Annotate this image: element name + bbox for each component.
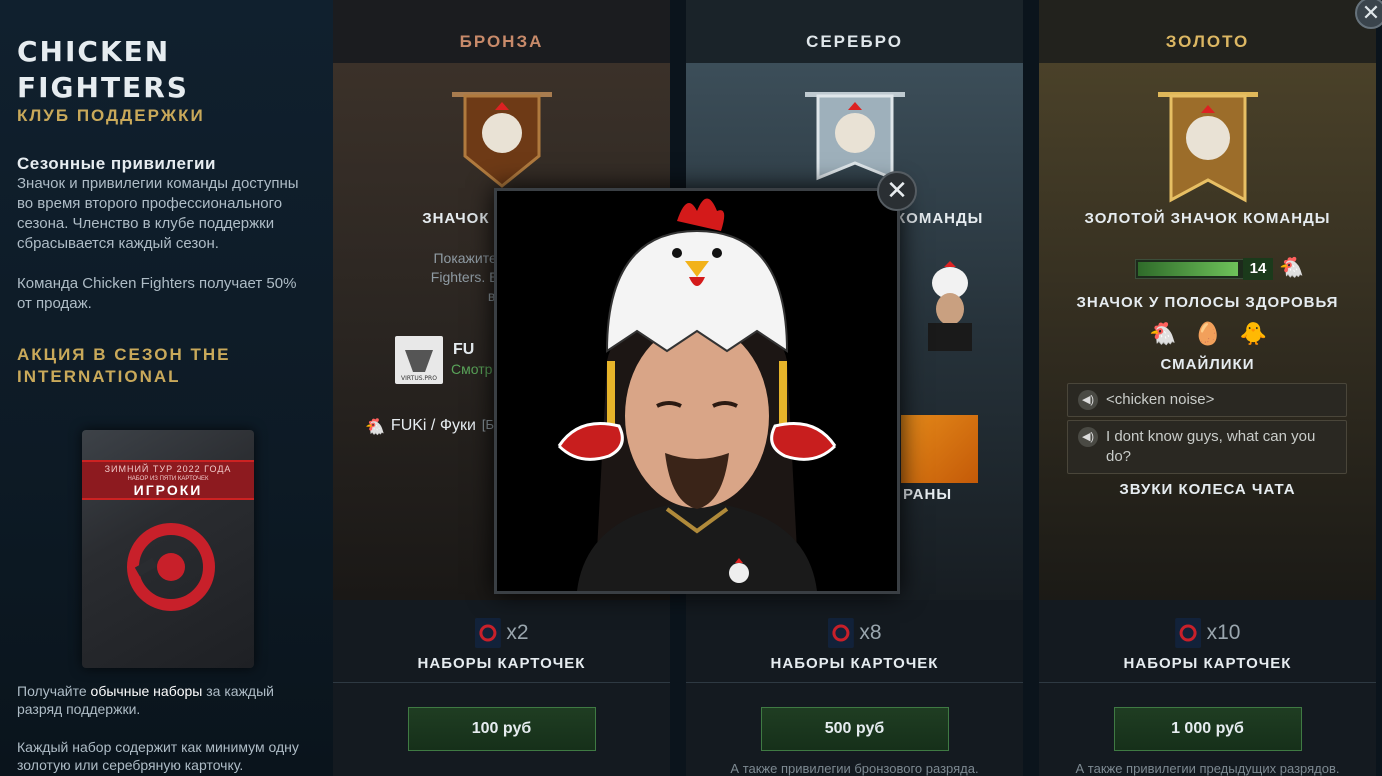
buy-silver-button[interactable]: 500 руб <box>760 707 949 751</box>
chicken-icon: 🐔 <box>365 419 385 436</box>
card-pack-icon <box>827 618 854 648</box>
bronze-multiplier: x2 <box>506 621 529 644</box>
card-pack-image: ЗИМНИЙ ТУР 2022 ГОДА НАБОР ИЗ ПЯТИ КАРТО… <box>82 430 254 668</box>
gold-multiplier: x10 <box>1206 621 1241 644</box>
regular-packs-link[interactable]: обычные наборы <box>91 683 203 699</box>
bottom-text-pre: Получайте <box>17 683 91 699</box>
tier-gold-header: ЗОЛОТО <box>1039 0 1376 63</box>
buy-gold-button[interactable]: 1 000 руб <box>1113 707 1302 751</box>
svg-text:VIRTUS.PRO: VIRTUS.PRO <box>401 375 437 382</box>
chat-preview: 🐔 FUKi / Фуки [Б <box>365 417 494 437</box>
promo-heading: АКЦИЯ В СЕЗОН THE INTERNATIONAL <box>17 345 231 386</box>
player-portrait-image <box>497 191 897 591</box>
card-pack-icon <box>474 618 501 648</box>
healthbar-level: 14 <box>1243 258 1273 280</box>
team-share-text: Команда Chicken Fighters получает 50% от… <box>17 275 297 312</box>
silver-badge-label: КОМАНДЫ <box>896 210 984 227</box>
tier-gold-body: ЗОЛОТОЙ ЗНАЧОК КОМАНДЫ 14 🐔 ЗНАЧОК У ПОЛ… <box>1039 63 1376 600</box>
modal-close-button[interactable]: ✕ <box>877 171 917 211</box>
team-logo-icon: VIRTUS.PRO <box>395 336 443 384</box>
profile-name: FU <box>453 341 475 358</box>
card-pack-icon <box>1174 618 1201 648</box>
tier-silver-header: СЕРЕБРО <box>686 0 1023 63</box>
club-subtitle: КЛУБ ПОДДЕРЖКИ <box>17 106 205 125</box>
tier-gold: ЗОЛОТО ЗОЛОТОЙ ЗНАЧОК КОМАНДЫ 14 🐔 ЗНАЧО… <box>1039 0 1376 776</box>
silver-pack-label: НАБОРЫ КАРТОЧЕК <box>770 655 939 672</box>
club-title-line1: CHICKEN <box>17 35 171 68</box>
club-title-line2: FIGHTERS <box>17 71 189 104</box>
chat-name: FUKi / Фуки <box>390 417 476 434</box>
pack-line3: ИГРОКИ <box>133 482 203 498</box>
healthbar-label: ЗНАЧОК У ПОЛОСЫ ЗДОРОВЬЯ <box>1076 294 1339 311</box>
chicken-icon: 🐔 <box>1279 257 1304 279</box>
chat-sound-1[interactable]: ◀) <chicken noise> <box>1067 383 1347 417</box>
chat-sound-2-label: I dont know guys, what can you do? <box>1106 428 1316 465</box>
divider <box>1039 682 1376 683</box>
bottom-text2: Каждый набор содержит как минимум одну з… <box>17 739 299 773</box>
silver-pack-count: x8 <box>827 618 882 648</box>
gold-badge-label: ЗОЛОТОЙ ЗНАЧОК КОМАНДЫ <box>1084 210 1331 227</box>
profile-sub[interactable]: Смотр <box>451 361 492 377</box>
bronze-banner-icon <box>451 92 552 188</box>
chatwheel-label: ЗВУКИ КОЛЕСА ЧАТА <box>1119 481 1296 498</box>
tier-bronze-header: БРОНЗА <box>333 0 670 63</box>
speaker-icon: ◀) <box>1078 390 1098 410</box>
buy-bronze-button[interactable]: 100 руб <box>407 707 596 751</box>
pack-line1: ЗИМНИЙ ТУР 2022 ГОДА <box>104 464 232 474</box>
divider <box>333 682 670 683</box>
gold-pack-label: НАБОРЫ КАРТОЧЕК <box>1123 655 1292 672</box>
dota-logo-icon <box>127 523 215 611</box>
player-emote-icon <box>928 261 972 351</box>
gold-also-text: А также привилегии предыдущих разрядов. <box>1075 761 1340 776</box>
loading-screen-thumb <box>901 415 978 483</box>
preview-modal <box>494 188 900 594</box>
divider <box>686 682 1023 683</box>
chat-sound-2[interactable]: ◀) I dont know guys, what can you do? <box>1067 420 1347 474</box>
chicken-emote-icon: 🐔 <box>1149 321 1177 346</box>
silver-also-text: А также привилегии бронзового разряда. <box>730 761 979 776</box>
egg-emote-icon: 🥚 <box>1194 321 1222 346</box>
window-close-button[interactable]: ✕ <box>1355 0 1382 29</box>
gold-pack-count: x10 <box>1174 618 1241 648</box>
tier-silver-footer: x8 НАБОРЫ КАРТОЧЕК 500 руб А также приви… <box>686 600 1023 776</box>
chick-emote-icon: 🐥 <box>1239 321 1268 346</box>
bronze-pack-label: НАБОРЫ КАРТОЧЕК <box>417 655 586 672</box>
chat-suffix: [Б <box>481 417 495 432</box>
silver-loading-label: РАНЫ <box>903 486 953 503</box>
season-heading: Сезонные привилегии <box>17 154 216 173</box>
healthbar-fill <box>1138 262 1238 276</box>
chat-sound-1-label: <chicken noise> <box>1106 391 1215 408</box>
tier-bronze-footer: x2 НАБОРЫ КАРТОЧЕК 100 руб <box>333 600 670 776</box>
bronze-pack-count: x2 <box>474 618 529 648</box>
bottom-text: Получайте обычные наборы за каждый разря… <box>17 682 317 718</box>
healthbar <box>1135 259 1245 279</box>
silver-multiplier: x8 <box>859 621 882 644</box>
emotes-row: 🐔 🥚 🐥 <box>1149 321 1267 347</box>
speaker-icon: ◀) <box>1078 427 1098 447</box>
tier-gold-footer: x10 НАБОРЫ КАРТОЧЕК 1 000 руб А также пр… <box>1039 600 1376 776</box>
gold-banner-icon <box>1157 92 1258 203</box>
emotes-label: СМАЙЛИКИ <box>1160 356 1255 373</box>
